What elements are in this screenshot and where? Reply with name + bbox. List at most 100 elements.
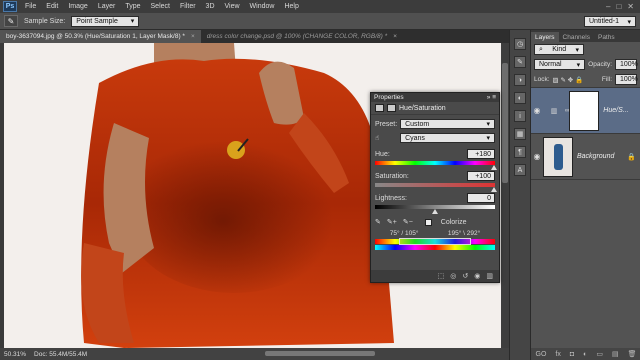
horizontal-scroll-thumb[interactable] bbox=[265, 351, 375, 356]
eyedropper-tool-icon[interactable]: ✎ bbox=[4, 15, 18, 27]
zoom-level[interactable]: 50.31% bbox=[4, 351, 26, 358]
lightness-slider-handle[interactable] bbox=[432, 209, 438, 214]
chevron-down-icon: ▾ bbox=[486, 121, 490, 128]
menu-image[interactable]: Image bbox=[63, 3, 92, 10]
fx-icon[interactable]: fx bbox=[555, 351, 560, 358]
character-icon[interactable]: A bbox=[514, 164, 526, 176]
doc-size: Doc: 55.4M/55.4M bbox=[34, 350, 88, 358]
menu-edit[interactable]: Edit bbox=[41, 3, 63, 10]
tab-label: boy-3637094.jpg @ 50.3% (Hue/Saturation … bbox=[6, 33, 185, 40]
brush-icon[interactable]: ✎ bbox=[514, 56, 526, 68]
output-color-bar bbox=[375, 245, 495, 250]
workspace-value: Untitled-1 bbox=[589, 18, 619, 25]
color-icon[interactable]: ◑ bbox=[514, 74, 526, 86]
add-mask-icon[interactable]: ◘ bbox=[570, 351, 574, 358]
saturation-slider-handle[interactable] bbox=[491, 187, 497, 192]
layer-filter-select[interactable]: ⌕ Kind ▾ bbox=[534, 44, 584, 55]
eye-icon[interactable]: ◉ bbox=[531, 106, 543, 115]
fill-label: Fill: bbox=[601, 76, 612, 83]
delete-icon[interactable]: ▥ bbox=[486, 272, 493, 280]
eyedropper-plus-icon[interactable]: ✎+ bbox=[387, 218, 397, 226]
visibility-icon[interactable]: ◉ bbox=[474, 272, 480, 280]
panel-name: Hue/Saturation bbox=[399, 104, 446, 112]
menu-view[interactable]: View bbox=[220, 3, 245, 10]
trash-icon[interactable]: 🗑 bbox=[628, 350, 637, 358]
close-icon[interactable]: × bbox=[393, 33, 397, 40]
hand-target-icon[interactable]: ☝ bbox=[375, 134, 400, 142]
menu-help[interactable]: Help bbox=[279, 3, 303, 10]
vertical-scrollbar[interactable] bbox=[501, 43, 509, 348]
tab-boy-image[interactable]: boy-3637094.jpg @ 50.3% (Hue/Saturation … bbox=[0, 30, 201, 43]
blend-mode-select[interactable]: Normal ▾ bbox=[534, 59, 586, 70]
eyedropper-minus-icon[interactable]: ✎− bbox=[403, 218, 413, 226]
panel-menu-icon[interactable]: » ≡ bbox=[487, 94, 496, 101]
paragraph-icon[interactable]: ¶ bbox=[514, 146, 526, 158]
chevron-down-icon: ▾ bbox=[486, 135, 490, 142]
menu-filter[interactable]: Filter bbox=[175, 3, 201, 10]
maximize-icon[interactable]: □ bbox=[616, 2, 621, 11]
menu-file[interactable]: File bbox=[20, 3, 41, 10]
hue-slider-handle[interactable] bbox=[491, 165, 497, 170]
close-icon[interactable]: × bbox=[191, 33, 195, 40]
properties-panel: Properties » ≡ Hue/Saturation Preset: Cu… bbox=[370, 92, 500, 283]
chevron-down-icon: ▾ bbox=[627, 18, 631, 26]
workspace-select[interactable]: Untitled-1 ▾ bbox=[584, 16, 636, 27]
tab-layers[interactable]: Layers bbox=[531, 32, 559, 42]
panel-header: Hue/Saturation bbox=[371, 102, 499, 115]
colorize-label: Colorize bbox=[440, 218, 467, 226]
tab-paths[interactable]: Paths bbox=[594, 32, 619, 42]
mask-icon[interactable] bbox=[387, 104, 396, 112]
new-layer-icon[interactable]: ▤ bbox=[612, 350, 619, 358]
layers-footer: GO fx ◘ ◐ ▭ ▤ 🗑 bbox=[531, 348, 640, 360]
menu-3d[interactable]: 3D bbox=[201, 3, 220, 10]
menu-select[interactable]: Select bbox=[146, 3, 175, 10]
status-bar: 50.31% Doc: 55.4M/55.4M bbox=[0, 348, 509, 360]
eye-icon[interactable]: ◉ bbox=[531, 152, 543, 161]
hue-saturation-icon: ▥ bbox=[550, 107, 558, 115]
preset-select[interactable]: Custom ▾ bbox=[400, 119, 495, 129]
group-icon[interactable]: ▭ bbox=[596, 350, 603, 358]
properties-title: Properties bbox=[374, 94, 404, 101]
kind-value: Kind bbox=[552, 46, 567, 53]
sample-size-select[interactable]: Point Sample ▾ bbox=[71, 15, 140, 27]
range-selector[interactable] bbox=[399, 238, 471, 245]
menu-type[interactable]: Type bbox=[120, 3, 145, 10]
adjustment-layer-icon[interactable]: ◐ bbox=[583, 351, 587, 358]
menu-window[interactable]: Window bbox=[245, 3, 280, 10]
tab-dress-color[interactable]: dress color change.psd @ 100% (CHANGE CO… bbox=[201, 30, 403, 43]
opacity-input[interactable]: 100% bbox=[615, 59, 638, 70]
layer-name: Hue/S... bbox=[603, 107, 629, 114]
tab-channels[interactable]: Channels bbox=[559, 32, 594, 42]
adjustments-icon[interactable]: ◐ bbox=[514, 92, 526, 104]
opacity-label: Opacity: bbox=[588, 61, 612, 68]
panel-dock: ◷ ✎ ◑ ◐ i ▦ ¶ A bbox=[509, 30, 530, 360]
channel-value: Cyans bbox=[405, 134, 425, 142]
fill-input[interactable]: 100% bbox=[615, 74, 638, 85]
close-icon[interactable]: ✕ bbox=[627, 2, 634, 11]
link-layers-icon[interactable]: GO bbox=[536, 351, 547, 358]
scroll-thumb[interactable] bbox=[502, 63, 508, 183]
minimize-icon[interactable]: – bbox=[606, 2, 610, 11]
properties-titlebar[interactable]: Properties » ≡ bbox=[371, 93, 499, 102]
channel-select[interactable]: Cyans ▾ bbox=[400, 133, 495, 143]
menu-layer[interactable]: Layer bbox=[93, 3, 121, 10]
layer-background[interactable]: ◉ Background 🔒 bbox=[531, 134, 640, 180]
lock-icons[interactable]: ▨ ✎ ✥ 🔒 bbox=[553, 76, 584, 84]
swatches-icon[interactable]: ▦ bbox=[514, 128, 526, 140]
lightness-input[interactable]: 0 bbox=[467, 193, 495, 203]
hue-input[interactable]: +180 bbox=[467, 149, 495, 159]
eyedropper-icon[interactable]: ✎ bbox=[375, 218, 381, 226]
info-icon[interactable]: i bbox=[514, 110, 526, 122]
clip-icon[interactable]: ⬚ bbox=[438, 272, 445, 280]
layer-mask-thumbnail[interactable] bbox=[569, 90, 600, 131]
reset-icon[interactable]: ↺ bbox=[462, 272, 468, 280]
layer-hue-saturation[interactable]: ◉ ▥ ∞ Hue/S... bbox=[531, 88, 640, 134]
search-icon: ⌕ bbox=[539, 45, 543, 53]
sample-size-value: Point Sample bbox=[76, 17, 118, 25]
saturation-input[interactable]: +100 bbox=[467, 171, 495, 181]
view-previous-icon[interactable]: ◎ bbox=[450, 272, 456, 280]
adjustment-icon bbox=[375, 104, 384, 112]
properties-footer: ⬚ ◎ ↺ ◉ ▥ bbox=[371, 270, 499, 282]
history-icon[interactable]: ◷ bbox=[514, 38, 526, 50]
colorize-checkbox[interactable] bbox=[424, 218, 432, 226]
